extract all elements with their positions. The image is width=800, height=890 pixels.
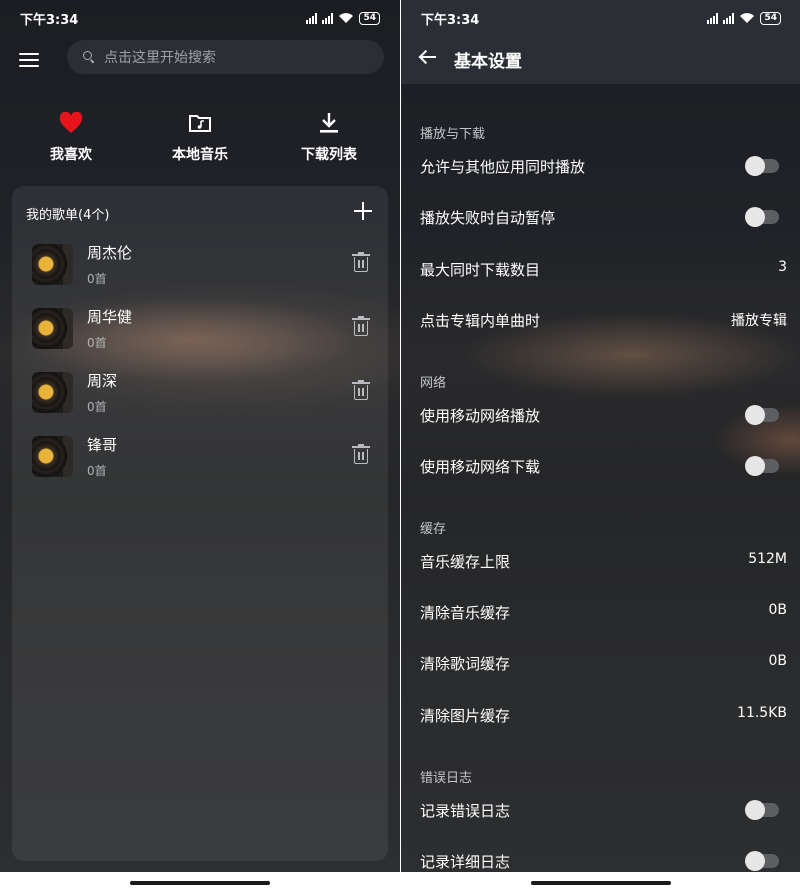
- setting-value: 11.5KB: [737, 705, 787, 721]
- back-arrow-icon[interactable]: [418, 49, 437, 65]
- record-detail-toggle[interactable]: [745, 851, 779, 871]
- music-folder-icon: [189, 115, 211, 132]
- status-icons: 54: [306, 11, 380, 25]
- setting-value: 0B: [768, 602, 787, 618]
- download-list-label: 下载列表: [301, 147, 357, 163]
- playlist-name: 周杰伦: [87, 244, 133, 262]
- wifi-icon: [339, 13, 354, 23]
- setting-mobile-play[interactable]: 使用移动网络播放: [401, 395, 800, 435]
- allow-mix-toggle[interactable]: [745, 156, 779, 176]
- playlists-title: 我的歌单(4个): [26, 208, 110, 223]
- vinyl-cover-image: [32, 244, 73, 285]
- music-home-screen: 下午3:34 54 点击这里开始搜索 我喜欢 本地音乐 下载列表 我的歌单(4个…: [0, 0, 400, 890]
- battery-icon: 54: [760, 11, 781, 25]
- mobile-play-toggle[interactable]: [745, 405, 779, 425]
- setting-click-album[interactable]: 点击专辑内单曲时 播放专辑: [401, 300, 800, 340]
- setting-clear-music-cache[interactable]: 清除音乐缓存 0B: [401, 592, 800, 632]
- playlist-name: 锋哥: [87, 436, 118, 454]
- setting-label: 播放失败时自动暂停: [420, 209, 556, 227]
- playlist-count: 0首: [87, 464, 107, 478]
- delete-icon[interactable]: [352, 380, 370, 400]
- section-title-cache: 缓存: [420, 522, 447, 537]
- setting-label: 点击专辑内单曲时: [420, 312, 541, 330]
- download-list-button[interactable]: 下载列表: [279, 110, 379, 164]
- setting-clear-lyrics-cache[interactable]: 清除歌词缓存 0B: [401, 643, 800, 683]
- delete-icon[interactable]: [352, 444, 370, 464]
- signal-icon: [723, 12, 735, 24]
- record-errors-toggle[interactable]: [745, 800, 779, 820]
- setting-value: 播放专辑: [731, 313, 787, 329]
- home-indicator[interactable]: [130, 881, 270, 885]
- basic-settings-screen: 下午3:34 54 基本设置 播放与下载 允许与其他应用同时播放 播放失败时自动…: [401, 0, 800, 890]
- setting-label: 最大同时下载数目: [420, 261, 541, 279]
- section-title-errors: 错误日志: [420, 771, 473, 786]
- playlist-count: 0首: [87, 400, 107, 414]
- status-bar: 下午3:34 54: [0, 0, 400, 36]
- top-bar: 点击这里开始搜索: [0, 36, 400, 84]
- search-input[interactable]: 点击这里开始搜索: [67, 40, 384, 74]
- status-icons: 54: [707, 11, 781, 25]
- playlist-name: 周华健: [87, 308, 133, 326]
- delete-icon[interactable]: [352, 316, 370, 336]
- setting-label: 清除图片缓存: [420, 707, 511, 725]
- setting-value: 0B: [768, 653, 787, 669]
- playlist-item[interactable]: 周深 0首: [12, 368, 388, 422]
- section-title-playback: 播放与下载: [420, 127, 486, 142]
- favorites-button[interactable]: 我喜欢: [21, 110, 121, 164]
- my-playlists-card: 我的歌单(4个) 周杰伦 0首 周华健 0首 周深 0首 锋哥 0首: [12, 186, 388, 861]
- setting-label: 使用移动网络播放: [420, 407, 541, 425]
- playlist-count: 0首: [87, 336, 107, 350]
- playlist-item[interactable]: 锋哥 0首: [12, 432, 388, 486]
- signal-icon: [306, 12, 318, 24]
- setting-record-errors[interactable]: 记录错误日志: [401, 790, 800, 830]
- playlist-count: 0首: [87, 272, 107, 286]
- vinyl-cover-image: [32, 372, 73, 413]
- status-bar: 下午3:34 54: [401, 0, 800, 36]
- setting-value: 3: [778, 259, 787, 275]
- favorites-label: 我喜欢: [50, 147, 92, 163]
- playlist-item[interactable]: 周杰伦 0首: [12, 240, 388, 294]
- setting-cache-limit[interactable]: 音乐缓存上限 512M: [401, 541, 800, 581]
- section-title-network: 网络: [420, 376, 447, 391]
- home-indicator[interactable]: [531, 881, 671, 885]
- add-playlist-icon[interactable]: [354, 202, 372, 220]
- auto-pause-toggle[interactable]: [745, 207, 779, 227]
- status-time: 下午3:34: [421, 12, 480, 28]
- battery-icon: 54: [359, 11, 380, 25]
- local-music-button[interactable]: 本地音乐: [150, 110, 250, 164]
- signal-icon: [322, 12, 334, 24]
- status-time: 下午3:34: [20, 12, 79, 28]
- playlist-name: 周深: [87, 372, 118, 390]
- heart-icon: [59, 112, 83, 133]
- app-bar: 基本设置: [401, 36, 800, 84]
- setting-allow-mix[interactable]: 允许与其他应用同时播放: [401, 146, 800, 186]
- signal-icon: [707, 12, 719, 24]
- setting-value: 512M: [748, 551, 787, 567]
- vinyl-cover-image: [32, 308, 73, 349]
- setting-label: 允许与其他应用同时播放: [420, 158, 586, 176]
- setting-auto-pause[interactable]: 播放失败时自动暂停: [401, 197, 800, 237]
- vinyl-cover-image: [32, 436, 73, 477]
- quick-entry-row: 我喜欢 本地音乐 下载列表: [0, 110, 400, 166]
- wifi-icon: [740, 13, 755, 23]
- setting-max-downloads[interactable]: 最大同时下载数目 3: [401, 249, 800, 289]
- local-music-label: 本地音乐: [172, 147, 228, 163]
- search-icon: [83, 51, 95, 63]
- setting-label: 使用移动网络下载: [420, 458, 541, 476]
- mobile-download-toggle[interactable]: [745, 456, 779, 476]
- delete-icon[interactable]: [352, 252, 370, 272]
- page-title: 基本设置: [454, 52, 522, 72]
- download-icon: [320, 113, 338, 133]
- search-placeholder: 点击这里开始搜索: [104, 50, 216, 66]
- setting-label: 音乐缓存上限: [420, 553, 511, 571]
- setting-clear-image-cache[interactable]: 清除图片缓存 11.5KB: [401, 695, 800, 735]
- setting-mobile-download[interactable]: 使用移动网络下载: [401, 446, 800, 486]
- setting-label: 记录错误日志: [420, 802, 511, 820]
- setting-label: 记录详细日志: [420, 853, 511, 871]
- setting-label: 清除歌词缓存: [420, 655, 511, 673]
- playlist-item[interactable]: 周华健 0首: [12, 304, 388, 358]
- setting-label: 清除音乐缓存: [420, 604, 511, 622]
- menu-icon[interactable]: [19, 52, 39, 68]
